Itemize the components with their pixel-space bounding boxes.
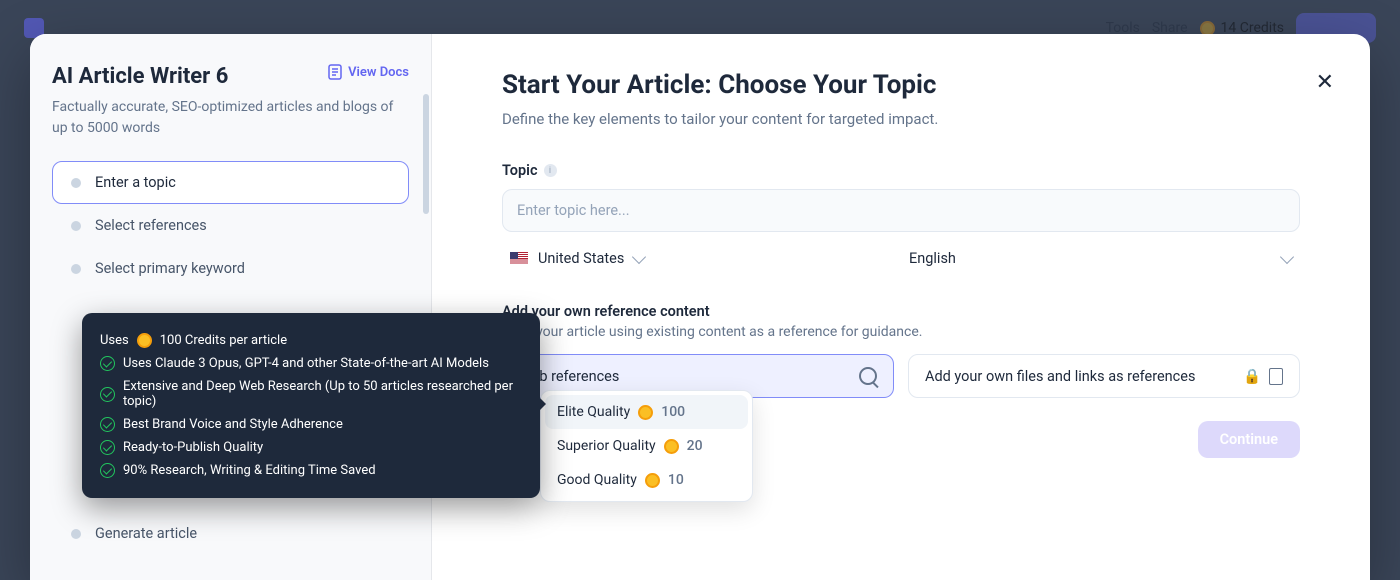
quality-option-label: Elite Quality [557,404,630,420]
coin-icon [664,439,679,454]
us-flag-icon [510,252,528,265]
info-icon[interactable]: i [544,164,557,177]
doc-icon [328,64,342,80]
elite-quality-tooltip: Uses 100 Credits per article Uses Claude… [82,313,540,498]
step-label: Select primary keyword [95,260,245,277]
tooltip-uses-label: Uses [100,333,129,348]
tooltip-arrow [539,397,546,411]
check-icon [100,387,115,402]
sidebar-title: AI Article Writer 6 [52,64,228,89]
quality-option-label: Superior Quality [557,438,656,454]
page-subtitle: Define the key elements to tailor your c… [502,110,1300,128]
view-docs-link[interactable]: View Docs [328,64,409,80]
country-select[interactable]: United States [502,244,901,273]
sidebar-subtitle: Factually accurate, SEO-optimized articl… [52,97,409,139]
tooltip-point: Uses Claude 3 Opus, GPT-4 and other Stat… [123,356,489,371]
step-select-keyword[interactable]: Select primary keyword [52,247,409,290]
topic-input[interactable] [502,189,1300,232]
topic-label: Topic [502,162,538,179]
reference-section-subtitle: Craft your article using existing conten… [502,324,1300,340]
quality-option-superior[interactable]: Superior Quality 20 [545,429,748,463]
chevron-down-icon [1280,249,1294,263]
step-select-references[interactable]: Select references [52,204,409,247]
tooltip-point: Best Brand Voice and Style Adherence [123,417,343,432]
check-icon [100,417,115,432]
language-value: English [909,250,956,267]
language-select[interactable]: English [901,244,1300,273]
step-dot-icon [71,178,81,188]
step-dot-icon [71,221,81,231]
coin-icon [137,333,152,348]
tooltip-uses-value: 100 Credits per article [160,333,287,348]
country-value: United States [538,250,624,267]
quality-menu: Elite Quality 100 Superior Quality 20 Go… [540,390,753,502]
own-references-label: Add your own files and links as referenc… [925,368,1195,385]
tooltip-point: Ready-to-Publish Quality [123,440,263,455]
chevron-down-icon [632,249,646,263]
sidebar-scrollbar[interactable] [423,94,429,214]
lock-icon: 🔒 [1243,368,1261,385]
quality-option-good[interactable]: Good Quality 10 [545,463,748,497]
step-dot-icon [71,529,81,539]
tooltip-point: 90% Research, Writing & Editing Time Sav… [123,463,376,478]
step-label: Generate article [95,525,197,542]
file-icon [1269,368,1283,385]
search-icon [859,367,877,385]
step-label: Enter a topic [95,174,176,191]
step-generate-article[interactable]: Generate article [52,512,409,555]
coin-icon [638,405,653,420]
quality-option-cost: 100 [661,404,685,420]
tooltip-point: Extensive and Deep Web Research (Up to 5… [123,379,522,409]
quality-option-elite[interactable]: Elite Quality 100 [545,395,748,429]
quality-option-cost: 20 [687,438,703,454]
own-references-button[interactable]: Add your own files and links as referenc… [908,354,1300,398]
reference-section-title: Add your own reference content [502,303,1300,320]
check-icon [100,440,115,455]
coin-icon [645,473,660,488]
continue-button[interactable]: Continue [1198,421,1300,458]
quality-option-label: Good Quality [557,472,637,488]
step-enter-topic[interactable]: Enter a topic [52,161,409,204]
check-icon [100,356,115,371]
wizard-sidebar: AI Article Writer 6 View Docs Factually … [30,34,432,580]
step-dot-icon [71,264,81,274]
check-icon [100,463,115,478]
quality-option-cost: 10 [668,472,684,488]
page-title: Start Your Article: Choose Your Topic [502,70,1300,100]
close-button[interactable]: ✕ [1316,70,1334,95]
step-label: Select references [95,217,207,234]
view-docs-label: View Docs [348,65,409,80]
